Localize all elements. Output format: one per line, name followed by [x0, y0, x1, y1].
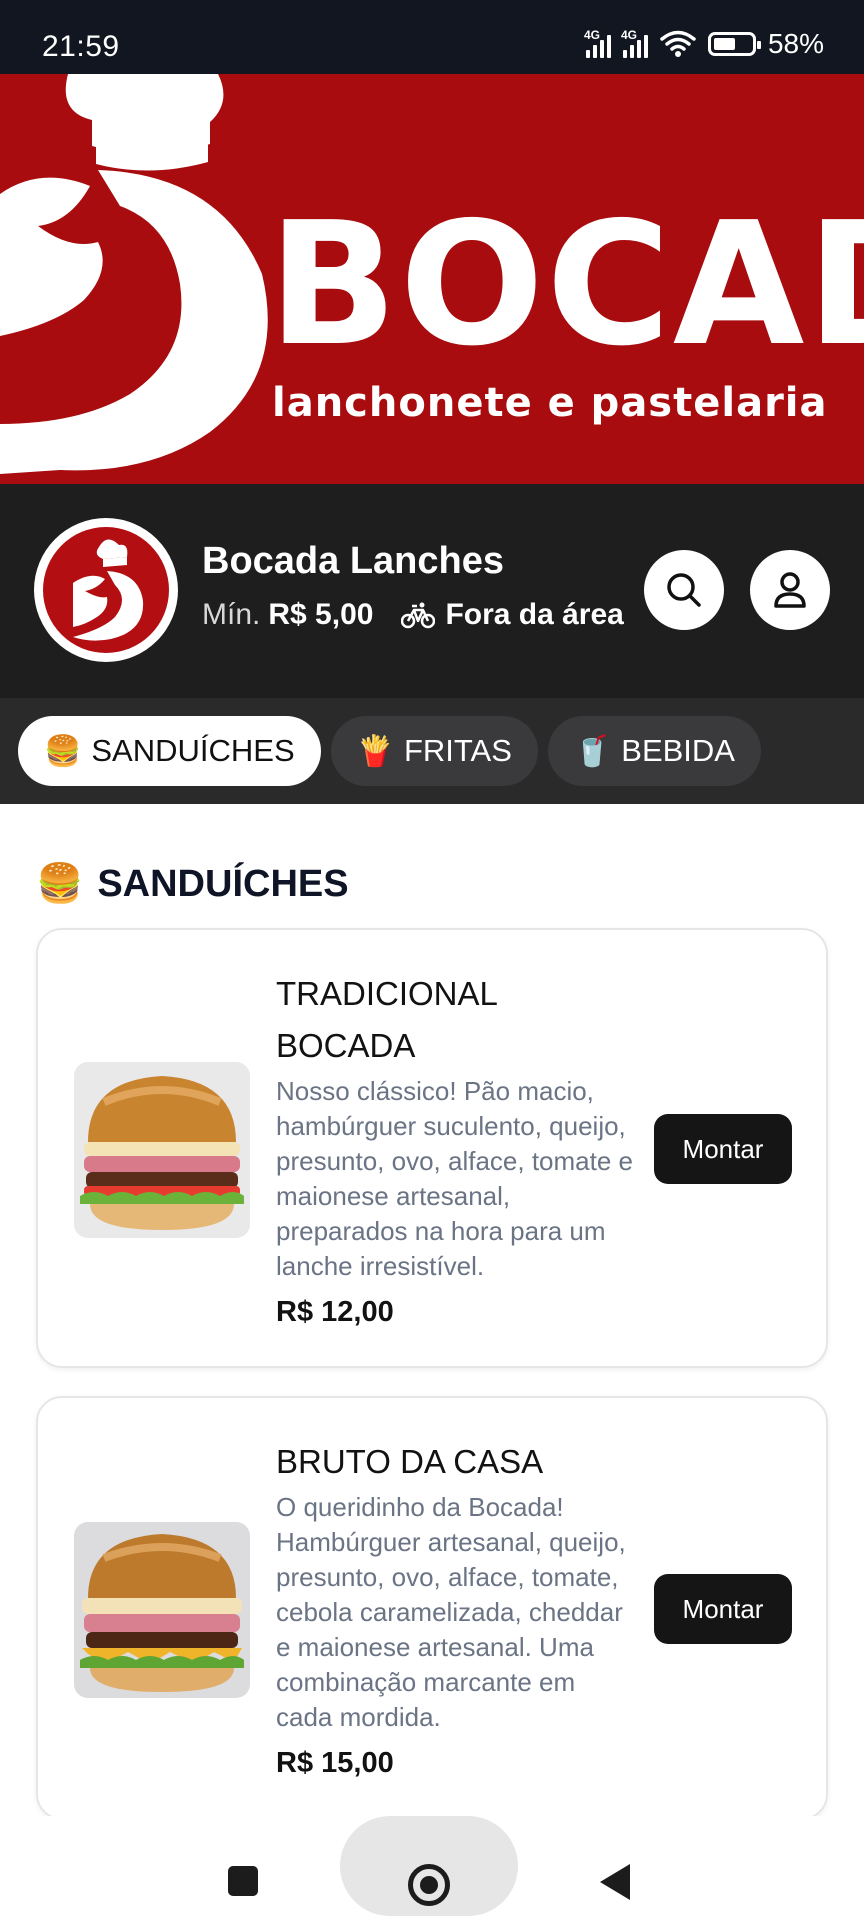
product-card[interactable]: BRUTO DA CASA O queridinho da Bocada! Ha…: [36, 1396, 828, 1820]
tab-bebida[interactable]: 🥤 BEBIDA: [547, 716, 761, 786]
battery-level: [713, 38, 735, 50]
signal-icon: 4G: [583, 28, 611, 58]
back-button[interactable]: [600, 1864, 630, 1900]
burger-icon: 🍔: [44, 734, 82, 768]
product-card[interactable]: TRADICIONAL BOCADA Nosso clássico! Pão m…: [36, 928, 828, 1368]
drink-icon: 🥤: [573, 734, 612, 768]
battery-percent: 58%: [767, 28, 824, 59]
tab-label: FRITAS: [403, 733, 512, 768]
product-description: Nosso clássico! Pão macio, hambúrguer su…: [276, 1076, 633, 1281]
product-info: BRUTO DA CASA O queridinho da Bocada! Ha…: [276, 1436, 636, 1780]
store-name: Bocada Lanches: [202, 540, 504, 582]
fries-icon: 🍟: [356, 734, 394, 768]
battery-icon: [707, 32, 761, 56]
section-title-text: SANDUÍCHES: [97, 862, 349, 905]
product-name: BRUTO DA CASA: [276, 1443, 544, 1480]
burger-icon: 🍔: [36, 863, 84, 905]
tab-sanduiches[interactable]: 🍔 SANDUÍCHES: [18, 716, 321, 786]
wifi-icon: [660, 30, 696, 57]
signal-icon: 4G: [620, 28, 648, 58]
product-info: TRADICIONAL BOCADA Nosso clássico! Pão m…: [276, 968, 636, 1329]
user-icon: [774, 572, 806, 608]
tab-label: SANDUÍCHES: [91, 733, 295, 768]
status-icons: 4G 4G 58%: [583, 28, 824, 60]
search-button[interactable]: [644, 550, 724, 630]
fox-chef-logo: [0, 74, 268, 474]
product-image: [74, 1062, 250, 1238]
category-tabs: 🍔 SANDUÍCHES 🍟 FRITAS 🥤 BEBIDA: [0, 698, 864, 804]
store-banner: BOCADA Lanchonete e Pastelaria: [0, 74, 864, 484]
status-bar: 21:59 4G 4G 58%: [0, 0, 864, 74]
min-order-value: R$ 5,00: [268, 598, 374, 631]
delivery-status: Fora da área: [401, 598, 624, 632]
min-order-label: Mín.: [202, 598, 261, 631]
banner-subtitle: Lanchonete e Pastelaria: [272, 380, 828, 426]
store-meta: Mín. R$ 5,00 Fora da área: [202, 598, 624, 632]
product-name: TRADICIONAL BOCADA: [276, 975, 497, 1064]
store-header: Bocada Lanches Mín. R$ 5,00 Fora da área: [0, 484, 864, 698]
home-button[interactable]: [408, 1864, 450, 1906]
delivery-status-label: Fora da área: [445, 598, 624, 631]
search-icon: [667, 573, 701, 607]
tab-label: BEBIDA: [621, 733, 735, 768]
system-nav-bar: [0, 1816, 864, 1920]
product-price: R$ 15,00: [276, 1747, 394, 1779]
recents-button[interactable]: [228, 1866, 258, 1896]
status-time: 21:59: [42, 30, 120, 63]
section-title: 🍔 SANDUÍCHES: [36, 862, 349, 906]
banner-brand-word: BOCADA: [268, 186, 864, 384]
profile-button[interactable]: [750, 550, 830, 630]
network-type-label: 4G: [620, 28, 637, 42]
product-description: O queridinho da Bocada! Hambúrguer artes…: [276, 1492, 626, 1732]
store-logo: [34, 518, 178, 662]
product-image: [74, 1522, 250, 1698]
network-type-label: 4G: [583, 28, 600, 42]
montar-button[interactable]: Montar: [654, 1114, 792, 1184]
tab-fritas[interactable]: 🍟 FRITAS: [330, 716, 538, 786]
app-screen: 21:59 4G 4G 58% BOCA lanchonete e pastel…: [0, 0, 864, 1920]
product-price: R$ 12,00: [276, 1296, 394, 1328]
bicycle-icon: [401, 602, 436, 629]
montar-button[interactable]: Montar: [654, 1574, 792, 1644]
